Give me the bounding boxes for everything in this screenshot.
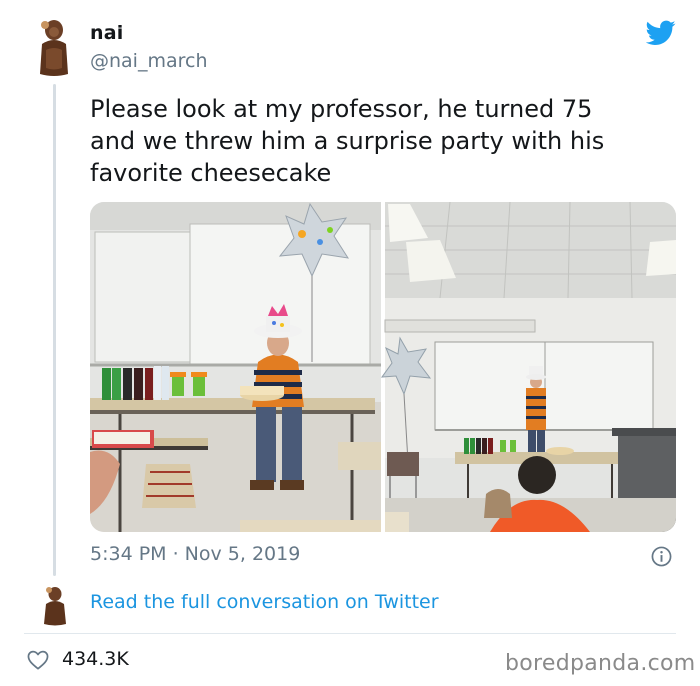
tweet-timestamp[interactable]: 5:34 PM · Nov 5, 2019 — [90, 543, 300, 565]
tweet-text: Please look at my professor, he turned 7… — [90, 95, 605, 187]
info-icon[interactable] — [651, 546, 672, 567]
read-conversation-link[interactable]: Read the full conversation on Twitter — [90, 591, 439, 613]
thread-line — [53, 84, 56, 576]
conversation-avatar[interactable] — [42, 584, 68, 626]
tweet-media[interactable] — [90, 202, 676, 532]
divider — [24, 633, 676, 634]
display-name[interactable]: nai — [90, 22, 123, 44]
photo-classroom-wide[interactable] — [380, 202, 676, 532]
twitter-bird-icon[interactable] — [646, 20, 676, 46]
heart-icon[interactable] — [27, 650, 49, 670]
source-watermark: boredpanda.com — [505, 651, 696, 676]
user-handle[interactable]: @nai_march — [90, 50, 208, 72]
photo-professor-closeup[interactable] — [90, 202, 381, 532]
user-avatar[interactable] — [36, 16, 72, 78]
like-count[interactable]: 434.3K — [62, 648, 129, 670]
